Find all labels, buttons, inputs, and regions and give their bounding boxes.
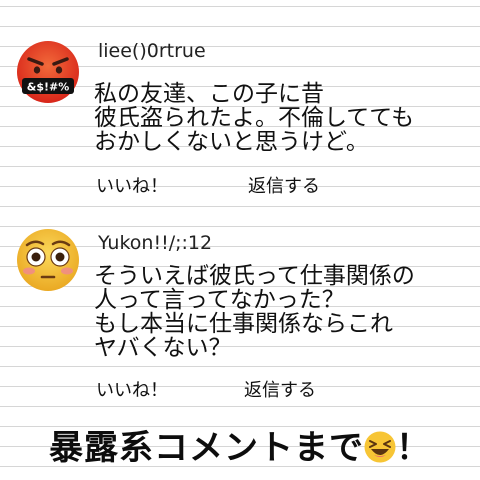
comment-line: そういえば彼氏って仕事関係の <box>94 263 415 289</box>
comment-body: 私の友達、この子に昔 彼氏盗られたよ。不倫してても おかしくないと思うけど。 <box>94 82 414 154</box>
comment-line: 彼氏盗られたよ。不倫してても <box>94 105 415 131</box>
caption-exclamation: ！ <box>396 428 431 468</box>
caption: 暴露系コメントまで ！ <box>0 420 480 469</box>
comment-line: もし本当に仕事関係ならこれ <box>94 311 393 337</box>
avatar-symbols: &$!#% <box>27 81 70 94</box>
comment-line: 私の友達、この子に昔 <box>94 81 324 107</box>
flushed-face-icon <box>16 228 80 292</box>
comment-username[interactable]: liee()0rtrue <box>98 40 206 62</box>
reply-button[interactable]: 返信する <box>248 172 320 198</box>
comment-line: ヤバくない？ <box>94 335 232 361</box>
comment-body: そういえば彼氏って仕事関係の 人って言ってなかった？ もし本当に仕事関係ならこれ… <box>94 264 415 360</box>
comment-line: 人って言ってなかった？ <box>94 287 345 313</box>
comment-username[interactable]: Yukon!!/;:12 <box>98 232 212 254</box>
like-button[interactable]: いいね！ <box>96 172 168 198</box>
like-button[interactable]: いいね！ <box>96 376 168 402</box>
caption-text: 暴露系コメントまで <box>49 428 364 468</box>
angry-cursing-face-icon: &$!#% <box>16 40 80 104</box>
laughing-squinting-face-icon <box>364 431 396 463</box>
comment-line: おかしくないと思うけど。 <box>94 129 369 155</box>
reply-button[interactable]: 返信する <box>244 376 316 402</box>
